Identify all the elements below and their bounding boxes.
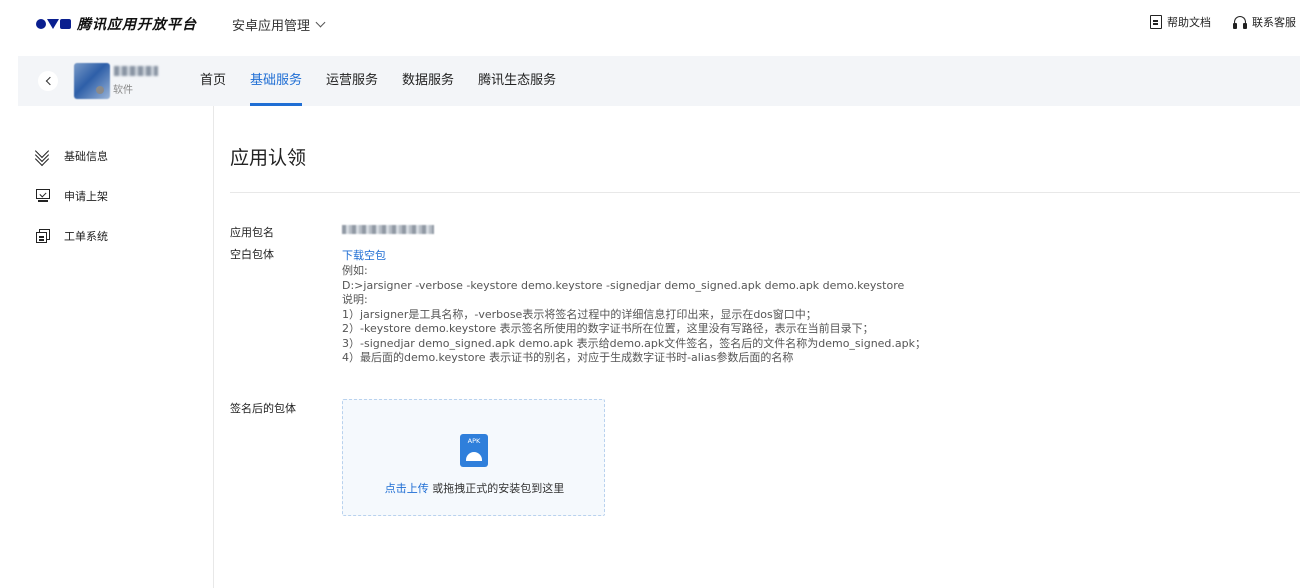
instruction-line: D:>jarsigner -verbose -keystore demo.key…	[342, 278, 905, 292]
instruction-line: 1）jarsigner是工具名称，-verbose表示将签名过程中的详细信息打印…	[342, 307, 817, 321]
title-divider	[230, 192, 1300, 193]
apk-file-icon: APK	[460, 434, 488, 467]
chevron-left-icon	[45, 76, 54, 86]
sidebar-item-basic-info[interactable]: 基础信息	[34, 143, 108, 167]
layers-icon	[34, 143, 50, 167]
platform-logo[interactable]: 腾讯应用开放平台	[36, 14, 197, 34]
sidebar-item-label: 申请上架	[64, 190, 108, 203]
app-name-redacted	[114, 66, 158, 76]
signed-package-label: 签名后的包体	[230, 402, 296, 415]
sidebar-item-label: 工单系统	[64, 230, 108, 243]
chevron-down-icon	[315, 17, 326, 28]
signing-instructions: 例如: D:>jarsigner -verbose -keystore demo…	[342, 264, 926, 366]
instruction-line: 3）-signedjar demo_signed.apk demo.apk 表示…	[342, 336, 927, 350]
apk-upload-dropzone[interactable]: APK 点击上传 或拖拽正式的安装包到这里	[342, 399, 605, 516]
main-content: 应用认领 应用包名 空白包体 下载空包 例如: D:>jarsigner -ve…	[214, 106, 1300, 588]
app-type-dropdown[interactable]: 安卓应用管理	[232, 15, 326, 34]
help-doc-label: 帮助文档	[1167, 16, 1211, 29]
back-button[interactable]	[38, 71, 58, 91]
brand-mark-icon	[36, 19, 71, 29]
top-right-links: 帮助文档 联系客服	[1150, 14, 1296, 30]
click-upload-link[interactable]: 点击上传	[385, 482, 429, 495]
page-title: 应用认领	[230, 147, 307, 169]
ticket-icon	[36, 229, 50, 243]
sidebar: 基础信息 申请上架 工单系统	[0, 106, 214, 588]
nav-tabs: 首页 基础服务 运营服务 数据服务 腾讯生态服务	[188, 56, 568, 106]
app-nav-bar: 软件 首页 基础服务 运营服务 数据服务 腾讯生态服务	[18, 56, 1300, 106]
tab-operation-services[interactable]: 运营服务	[314, 56, 390, 106]
sidebar-item-label: 基础信息	[64, 150, 108, 163]
help-doc-link[interactable]: 帮助文档	[1150, 14, 1211, 30]
tab-data-services[interactable]: 数据服务	[390, 56, 466, 106]
tab-tencent-ecosystem[interactable]: 腾讯生态服务	[466, 56, 568, 106]
app-icon	[74, 63, 110, 99]
document-icon	[1150, 15, 1162, 29]
app-type-label: 安卓应用管理	[232, 19, 311, 34]
top-bar: 腾讯应用开放平台 安卓应用管理 帮助文档 联系客服	[0, 0, 1300, 46]
platform-name: 腾讯应用开放平台	[77, 17, 197, 33]
sidebar-item-ticket-system[interactable]: 工单系统	[36, 228, 108, 244]
app-category-tag: 软件	[113, 85, 133, 96]
upload-hint: 点击上传 或拖拽正式的安装包到这里	[343, 480, 606, 496]
sidebar-item-apply-listing[interactable]: 申请上架	[36, 188, 108, 204]
apk-icon-text: APK	[467, 437, 481, 445]
tab-basic-services[interactable]: 基础服务	[238, 56, 314, 106]
monitor-icon	[36, 189, 50, 203]
instruction-line: 例如:	[342, 264, 368, 277]
package-name-label: 应用包名	[230, 226, 274, 239]
contact-label: 联系客服	[1252, 16, 1296, 29]
headset-icon	[1233, 15, 1247, 29]
blank-package-label: 空白包体	[230, 248, 274, 261]
app-status-badge	[96, 86, 104, 94]
download-blank-package-link[interactable]: 下载空包	[342, 247, 386, 263]
package-name-redacted	[342, 225, 434, 234]
instruction-line: 4）最后面的demo.keystore 表示证书的别名，对应于生成数字证书时-a…	[342, 351, 794, 364]
instruction-line: 说明:	[342, 293, 368, 306]
instruction-line: 2）-keystore demo.keystore 表示签名所使用的数字证书所在…	[342, 322, 874, 335]
tab-home[interactable]: 首页	[188, 56, 238, 106]
drag-hint-text: 或拖拽正式的安装包到这里	[428, 482, 565, 495]
contact-support-link[interactable]: 联系客服	[1233, 14, 1296, 30]
